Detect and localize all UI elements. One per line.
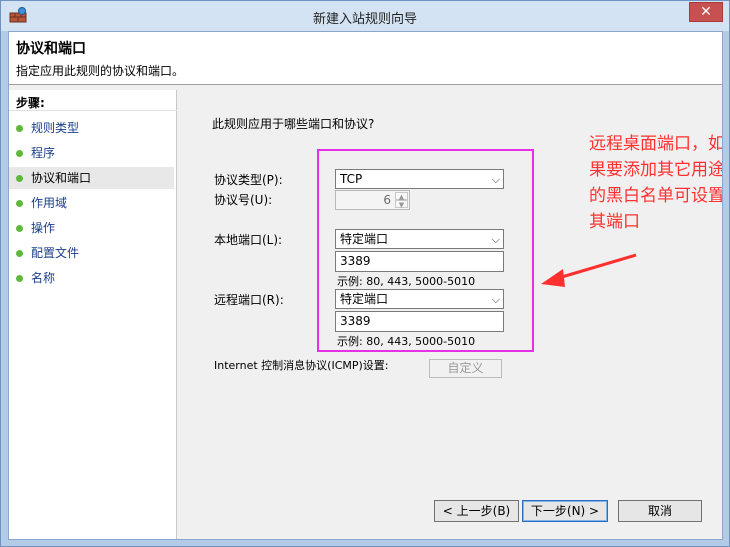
next-button[interactable]: 下一步(N) > [522, 500, 608, 522]
step-dot-icon [16, 175, 23, 182]
step-dot-icon [16, 150, 23, 157]
local-port-label: 本地端口(L): [214, 233, 283, 247]
divider [9, 110, 177, 111]
step-dot-icon [16, 225, 23, 232]
close-icon: ✕ [700, 4, 712, 20]
customize-button[interactable]: 自定义 [429, 359, 502, 378]
step-label: 作用域 [31, 196, 68, 210]
protocol-number-label: 协议号(U): [214, 193, 273, 207]
step-label: 配置文件 [31, 246, 80, 260]
step-profile[interactable]: 配置文件 [9, 242, 174, 264]
back-button[interactable]: < 上一步(B) [434, 500, 519, 522]
step-dot-icon [16, 275, 23, 282]
step-rule-type[interactable]: 规则类型 [9, 117, 174, 139]
protocol-type-label: 协议类型(P): [214, 173, 283, 187]
step-dot-icon [16, 200, 23, 207]
steps-panel: 步骤: 规则类型 程序 协议和端口 作用域 操作 配置文件 名称 [9, 90, 177, 539]
page-subtitle: 指定应用此规则的协议和端口。 [16, 64, 185, 78]
highlight-box [317, 149, 534, 352]
wizard-header: 协议和端口 指定应用此规则的协议和端口。 [9, 32, 722, 85]
step-label: 规则类型 [31, 121, 80, 135]
icmp-label: Internet 控制消息协议(ICMP)设置: [214, 359, 389, 372]
step-protocol-ports[interactable]: 协议和端口 [9, 167, 174, 189]
step-dot-icon [16, 250, 23, 257]
wizard-window: 新建入站规则向导 ✕ 协议和端口 指定应用此规则的协议和端口。 步骤: 规则类型… [0, 0, 730, 547]
step-dot-icon [16, 125, 23, 132]
step-label: 名称 [31, 271, 56, 285]
steps-title: 步骤: [16, 96, 45, 110]
annotation-arrow-icon [541, 253, 637, 287]
remote-port-label: 远程端口(R): [214, 293, 284, 307]
step-label: 协议和端口 [31, 171, 92, 185]
step-label: 程序 [31, 146, 56, 160]
cancel-button[interactable]: 取消 [618, 500, 702, 522]
title-bar[interactable]: 新建入站规则向导 ✕ [1, 1, 729, 31]
page-title: 协议和端口 [16, 41, 86, 57]
step-name[interactable]: 名称 [9, 267, 174, 289]
step-action[interactable]: 操作 [9, 217, 174, 239]
close-button[interactable]: ✕ [689, 2, 723, 22]
window-title: 新建入站规则向导 [312, 12, 417, 27]
step-scope[interactable]: 作用域 [9, 192, 174, 214]
step-label: 操作 [31, 221, 56, 235]
question-text: 此规则应用于哪些端口和协议? [212, 117, 375, 131]
step-program[interactable]: 程序 [9, 142, 174, 164]
